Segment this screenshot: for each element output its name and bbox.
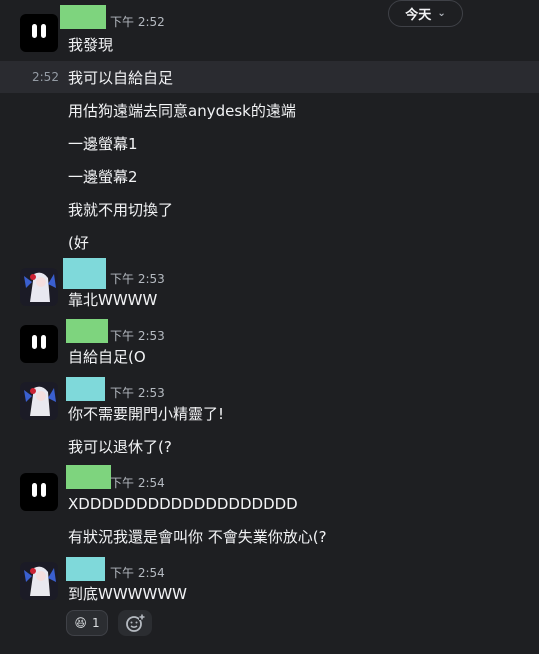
message-text: 我發現: [68, 36, 114, 54]
message-text: 你不需要開門小精靈了!: [68, 405, 225, 423]
add-reaction-button[interactable]: [118, 610, 152, 636]
add-reaction-icon: [126, 614, 145, 632]
message-text: 我可以退休了(?: [68, 438, 172, 456]
message-text: 一邊螢幕2: [68, 168, 138, 186]
avatar[interactable]: [20, 268, 58, 306]
message-text: 用估狗遠端去同意anydesk的遠端: [68, 102, 296, 120]
username-redacted[interactable]: [60, 5, 106, 29]
message-timestamp: 下午 2:54: [110, 476, 165, 490]
username-redacted[interactable]: [63, 258, 106, 289]
message-text: 到底WWWWWW: [68, 585, 187, 603]
message-timestamp: 下午 2:52: [110, 15, 165, 29]
message-text: 我就不用切換了: [68, 201, 174, 219]
avatar[interactable]: [20, 325, 58, 363]
username-redacted[interactable]: [66, 319, 108, 343]
message-text: (好: [68, 234, 89, 252]
reaction-chip[interactable]: 😆 1: [66, 610, 108, 636]
hover-timestamp: 2:52: [32, 70, 59, 84]
message-timestamp: 下午 2:53: [110, 329, 165, 343]
username-redacted[interactable]: [66, 465, 111, 489]
avatar[interactable]: [20, 14, 58, 52]
avatar[interactable]: [20, 473, 58, 511]
message-timestamp: 下午 2:53: [110, 272, 165, 286]
avatar[interactable]: [20, 562, 58, 600]
message-timestamp: 下午 2:53: [110, 386, 165, 400]
message-text: 我可以自給自足: [68, 69, 174, 87]
date-filter-label: 今天: [405, 8, 432, 23]
message-text: XDDDDDDDDDDDDDDDDDDD: [68, 495, 298, 513]
message-text: 有狀況我還是會叫你 不會失業你放心(?: [68, 528, 327, 546]
username-redacted[interactable]: [66, 377, 105, 401]
reaction-count: 1: [91, 616, 100, 630]
message-timestamp: 下午 2:54: [110, 566, 165, 580]
message-text: 靠北WWWW: [68, 291, 158, 309]
laughing-emoji-icon: 😆: [74, 616, 87, 630]
message-text: 一邊螢幕1: [68, 135, 138, 153]
message-text: 自給自足(O: [68, 348, 146, 366]
chevron-down-icon: ⌄: [437, 8, 446, 19]
date-filter-button[interactable]: 今天 ⌄: [388, 0, 463, 27]
avatar[interactable]: [20, 382, 58, 420]
username-redacted[interactable]: [66, 557, 105, 581]
